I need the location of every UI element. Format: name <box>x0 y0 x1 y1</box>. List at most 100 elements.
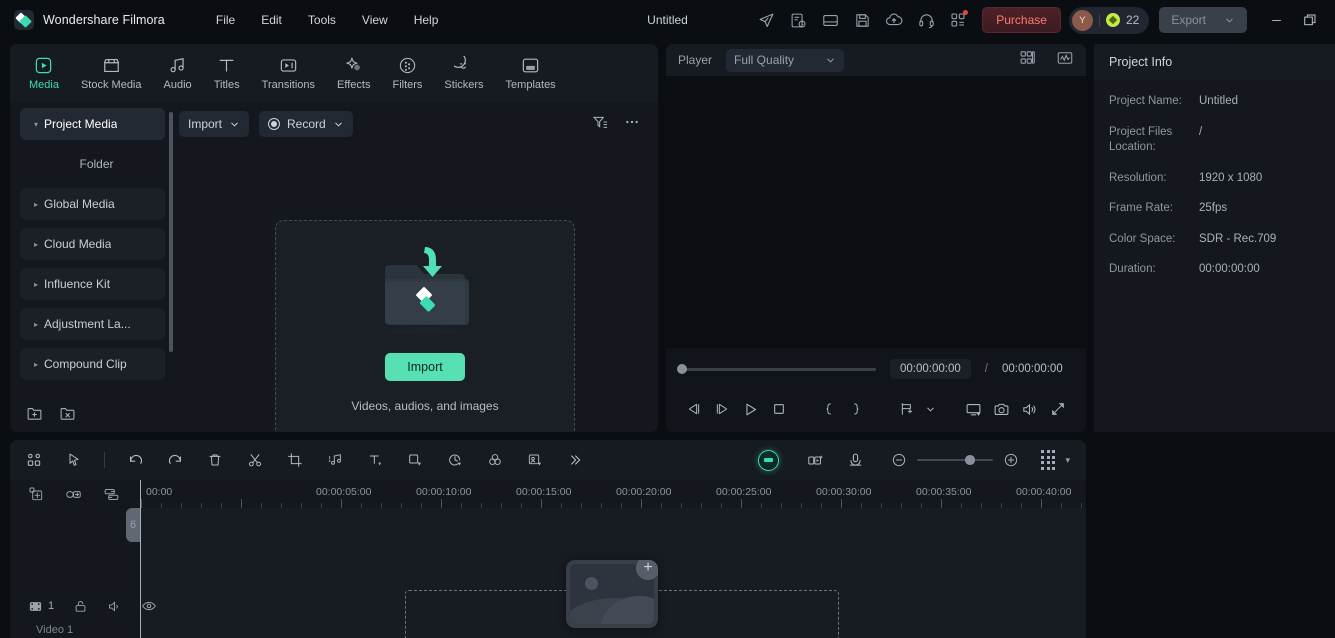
quality-select[interactable]: Full Quality <box>726 48 845 72</box>
select-tool-icon[interactable] <box>64 450 84 470</box>
filter-sort-icon[interactable] <box>592 114 608 135</box>
seek-slider[interactable] <box>677 364 876 374</box>
menu-help[interactable]: Help <box>401 8 452 32</box>
send-icon[interactable] <box>750 5 782 35</box>
new-folder-icon[interactable] <box>26 405 43 422</box>
purchase-button[interactable]: Purchase <box>982 7 1061 33</box>
tab-stock-media[interactable]: Stock Media <box>70 51 153 95</box>
media-dropzone[interactable]: Import Videos, audios, and images <box>275 220 575 432</box>
export-button[interactable]: Export <box>1159 7 1247 33</box>
info-value: / <box>1199 125 1203 138</box>
next-frame-icon[interactable] <box>708 401 736 417</box>
add-track-icon[interactable] <box>28 486 44 502</box>
cloud-upload-icon[interactable] <box>878 5 910 35</box>
play-icon[interactable] <box>736 401 764 418</box>
marker-dropdown-icon[interactable] <box>921 404 939 415</box>
add-media-placeholder-icon[interactable]: + <box>566 560 658 628</box>
sidebar-item-project-media[interactable]: ▾ Project Media <box>20 108 165 140</box>
player-preview-stage[interactable] <box>666 76 1086 348</box>
zoom-out-icon[interactable] <box>891 452 907 468</box>
text-icon[interactable] <box>365 450 385 470</box>
undo-icon[interactable] <box>125 450 145 470</box>
track-layout-icon[interactable] <box>1041 450 1056 470</box>
mask-icon[interactable] <box>525 450 545 470</box>
voiceover-mic-icon[interactable] <box>845 450 865 470</box>
sidebar-item-cloud-media[interactable]: ▸ Cloud Media <box>20 228 165 260</box>
zoom-in-icon[interactable] <box>1003 452 1019 468</box>
menu-file[interactable]: File <box>203 8 248 32</box>
account-credits[interactable]: Y 22 <box>1068 6 1150 34</box>
minimize-button[interactable] <box>1259 5 1293 35</box>
info-row-frame-rate: Frame Rate: 25fps <box>1109 201 1320 217</box>
grid-view-icon[interactable] <box>24 450 44 470</box>
manage-tracks-icon[interactable] <box>103 486 120 503</box>
sidebar-scrollbar[interactable] <box>169 112 173 352</box>
tab-transitions[interactable]: Transitions <box>251 51 326 95</box>
more-chevrons-icon[interactable] <box>565 450 585 470</box>
zoom-handle[interactable] <box>965 455 975 465</box>
lock-icon[interactable] <box>73 599 88 614</box>
seek-handle[interactable] <box>677 364 687 374</box>
playhead[interactable]: 6 <box>126 480 141 638</box>
ai-assistant-icon[interactable] <box>758 449 780 471</box>
sidebar-item-compound-clip[interactable]: ▸ Compound Clip <box>20 348 165 380</box>
current-timecode[interactable]: 00:00:00:00 <box>890 359 971 379</box>
zoom-slider[interactable] <box>917 455 994 465</box>
menu-tools[interactable]: Tools <box>295 8 349 32</box>
sidebar-item-folder[interactable]: Folder <box>20 148 165 180</box>
apps-grid-icon[interactable] <box>942 5 974 35</box>
speed-icon[interactable] <box>445 450 465 470</box>
filmora-logo-icon <box>14 10 34 30</box>
record-dropdown-button[interactable]: Record <box>259 111 353 137</box>
tab-titles[interactable]: Titles <box>203 51 251 95</box>
import-button[interactable]: Import <box>385 353 465 381</box>
tab-effects[interactable]: Effects <box>326 51 381 95</box>
import-dropdown-button[interactable]: Import <box>179 111 250 137</box>
delete-icon[interactable] <box>205 450 225 470</box>
visibility-eye-icon[interactable] <box>141 598 157 614</box>
menu-edit[interactable]: Edit <box>248 8 295 32</box>
delete-folder-icon[interactable] <box>59 405 76 422</box>
menu-view[interactable]: View <box>349 8 401 32</box>
shape-icon[interactable] <box>405 450 425 470</box>
crop-icon[interactable] <box>285 450 305 470</box>
sidebar-item-global-media[interactable]: ▸ Global Media <box>20 188 165 220</box>
tab-stickers[interactable]: Stickers <box>433 51 494 95</box>
tab-audio[interactable]: Audio <box>153 51 203 95</box>
fullscreen-icon[interactable] <box>1044 401 1072 417</box>
link-clip-icon[interactable] <box>65 486 82 503</box>
tab-media[interactable]: Media <box>18 51 70 95</box>
mark-out-icon[interactable] <box>843 401 871 417</box>
tab-filters[interactable]: Filters <box>381 51 433 95</box>
volume-icon[interactable] <box>1016 401 1044 418</box>
sidebar-item-adjustment-layer[interactable]: ▸ Adjustment La... <box>20 308 165 340</box>
layout-icon[interactable] <box>814 5 846 35</box>
plus-icon[interactable]: + <box>636 560 658 580</box>
split-scissors-icon[interactable] <box>245 450 265 470</box>
add-marker-icon[interactable] <box>893 401 921 417</box>
task-list-icon[interactable] <box>782 5 814 35</box>
mute-speaker-icon[interactable] <box>107 599 122 614</box>
save-icon[interactable] <box>846 5 878 35</box>
headset-icon[interactable] <box>910 5 942 35</box>
stop-icon[interactable] <box>764 401 792 417</box>
sidebar-item-influence-kit[interactable]: ▸ Influence Kit <box>20 268 165 300</box>
sidebar-item-label: Cloud Media <box>44 237 112 251</box>
waveform-icon[interactable] <box>1056 49 1074 72</box>
more-options-icon[interactable] <box>624 114 640 135</box>
chevron-down-icon[interactable]: ▾ <box>1065 455 1070 466</box>
tab-templates[interactable]: Templates <box>495 51 567 95</box>
playhead-handle[interactable]: 6 <box>126 508 140 542</box>
split-view-icon[interactable] <box>1019 49 1036 71</box>
mark-in-icon[interactable] <box>815 401 843 417</box>
auto-reframe-icon[interactable] <box>805 450 825 470</box>
audio-detach-icon[interactable] <box>325 450 345 470</box>
timeline-ruler[interactable]: 00:00 00:00:05:00 00:00:10:00 00:00:15:0… <box>140 480 1086 508</box>
prev-frame-icon[interactable] <box>680 401 708 417</box>
restore-window-icon[interactable] <box>1293 5 1327 35</box>
redo-icon[interactable] <box>165 450 185 470</box>
color-icon[interactable] <box>485 450 505 470</box>
media-icon <box>34 55 53 75</box>
screen-icon[interactable] <box>959 401 987 418</box>
snapshot-icon[interactable] <box>987 401 1015 418</box>
